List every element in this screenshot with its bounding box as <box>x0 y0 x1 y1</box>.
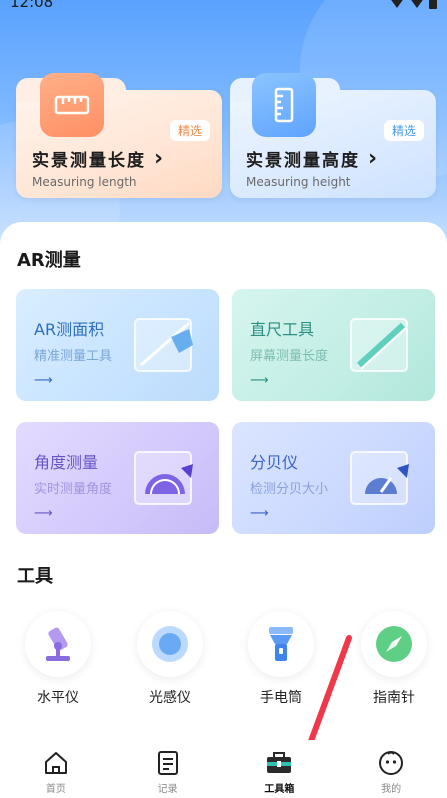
bottom-nav: 首页 记录 工具箱 我的 <box>0 740 447 798</box>
ar-card-subtitle: 实时测量角度 <box>34 482 113 497</box>
record-icon <box>157 751 178 775</box>
featured-badge: 精选 <box>383 120 424 141</box>
chevron-right-icon: › <box>368 145 380 171</box>
status-bar: 12:08 <box>0 0 447 16</box>
ar-card-subtitle: 屏幕测量长度 <box>250 349 329 364</box>
level-icon <box>25 611 91 677</box>
measure-height-subtitle: Measuring height <box>246 175 351 189</box>
arrow-right-icon: ⟶ <box>34 373 53 388</box>
ruler-icon <box>40 73 104 137</box>
ar-area-card[interactable]: AR测面积 精准测量工具 ⟶ <box>16 289 219 401</box>
decibel-meter-card[interactable]: 分贝仪 检测分贝大小 ⟶ <box>232 422 435 534</box>
ar-section-title: AR测量 <box>17 250 81 271</box>
ar-card-title: AR测面积 <box>34 320 105 339</box>
tool-label: 水平仪 <box>37 690 79 706</box>
tool-compass[interactable]: 指南针 <box>361 611 427 707</box>
nav-home[interactable]: 首页 <box>0 740 112 798</box>
ar-card-title: 分贝仪 <box>250 453 299 472</box>
arrow-right-icon: ⟶ <box>250 373 269 388</box>
measure-height-card[interactable]: 精选 实景测量高度 › Measuring height <box>230 73 436 198</box>
measure-height-title-text: 实景测量高度 <box>246 151 360 171</box>
compass-icon <box>361 611 427 677</box>
battery-icon <box>429 0 437 9</box>
nav-record[interactable]: 记录 <box>112 740 224 798</box>
nav-label: 我的 <box>381 784 402 795</box>
ruler-tool-icon <box>350 318 408 372</box>
arrow-right-icon: ⟶ <box>250 506 269 521</box>
area-icon <box>134 318 193 372</box>
featured-badge: 精选 <box>169 120 210 141</box>
tool-light-sensor[interactable]: 光感仪 <box>137 611 203 707</box>
toolbox-icon <box>267 752 292 773</box>
height-ruler-icon <box>252 73 316 137</box>
measure-height-title: 实景测量高度 › <box>246 146 379 171</box>
nav-toolbox[interactable]: 工具箱 <box>224 740 336 798</box>
ar-card-title: 直尺工具 <box>250 320 315 339</box>
profile-icon <box>379 751 404 775</box>
ruler-tool-card[interactable]: 直尺工具 屏幕测量长度 ⟶ <box>232 289 435 401</box>
tool-label: 指南针 <box>373 690 415 706</box>
tool-label: 光感仪 <box>149 690 191 706</box>
measure-length-title-text: 实景测量长度 <box>32 151 146 171</box>
tool-level[interactable]: 水平仪 <box>25 611 91 707</box>
chevron-right-icon: › <box>154 145 166 171</box>
protractor-icon <box>134 451 193 505</box>
measure-length-subtitle: Measuring length <box>32 175 137 189</box>
tools-section-title: 工具 <box>17 566 53 587</box>
nav-label: 首页 <box>45 784 66 795</box>
measure-length-card[interactable]: 精选 实景测量长度 › Measuring length <box>16 73 222 198</box>
home-icon <box>44 752 67 774</box>
nav-label: 工具箱 <box>264 784 295 795</box>
status-time: 12:08 <box>10 0 54 11</box>
wifi-icon <box>389 0 405 8</box>
measure-length-title: 实景测量长度 › <box>32 146 165 171</box>
angle-measure-card[interactable]: 角度测量 实时测量角度 ⟶ <box>16 422 219 534</box>
status-icons <box>389 0 437 9</box>
nav-profile[interactable]: 我的 <box>335 740 447 798</box>
arrow-right-icon: ⟶ <box>34 506 53 521</box>
decibel-icon <box>350 451 409 505</box>
ar-card-title: 角度测量 <box>34 453 99 472</box>
ar-card-subtitle: 检测分贝大小 <box>250 482 329 497</box>
light-sensor-icon <box>137 611 203 677</box>
nav-label: 记录 <box>157 784 178 795</box>
ar-card-subtitle: 精准测量工具 <box>34 349 113 364</box>
signal-icon <box>409 0 425 8</box>
